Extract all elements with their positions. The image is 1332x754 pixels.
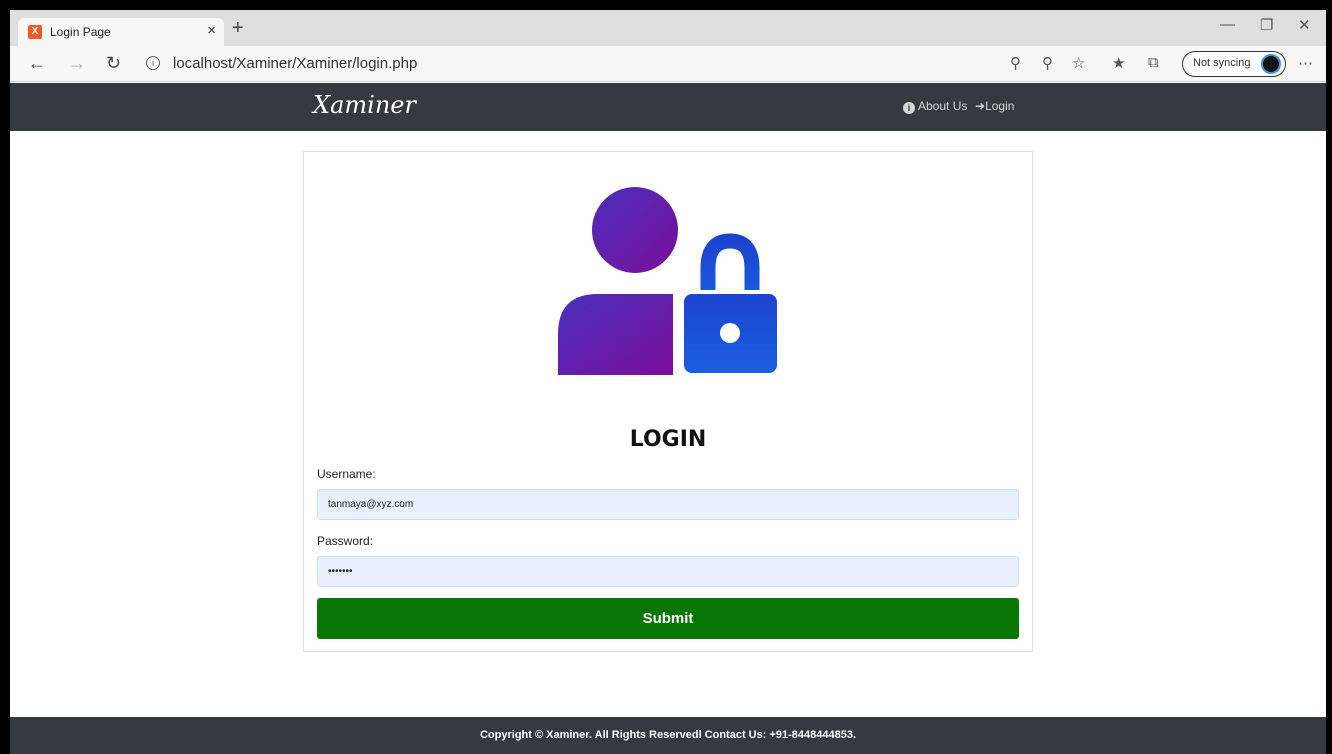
tab-title: Login Page	[50, 25, 111, 39]
password-input[interactable]: •••••••	[317, 556, 1019, 587]
profile-avatar	[1261, 54, 1281, 74]
back-arrow-icon[interactable]: ←	[28, 53, 46, 73]
zoom-out-icon[interactable]: ⚲	[1042, 54, 1053, 72]
browser-window: X Login Page × + — ❐ ✕ ← → ↻ i localhost…	[10, 10, 1326, 754]
tab-bar: X Login Page × + — ❐ ✕	[10, 10, 1326, 46]
password-label: Password:	[317, 534, 374, 548]
brand-logo[interactable]: Xaminer	[313, 91, 416, 119]
submit-button[interactable]: Submit	[317, 598, 1019, 639]
collections-icon[interactable]: ⧉	[1148, 54, 1159, 71]
browser-tab[interactable]: X Login Page ×	[18, 18, 224, 46]
favorites-icon[interactable]: ★	[1112, 54, 1125, 72]
refresh-icon[interactable]: ↻	[106, 53, 121, 73]
username-label: Username:	[317, 467, 376, 481]
minimize-icon[interactable]: —	[1220, 16, 1235, 33]
footer-text: Copyright © Xaminer. All Rights Reserved…	[479, 729, 857, 741]
login-label: Login	[985, 99, 1015, 113]
close-window-icon[interactable]: ✕	[1298, 16, 1311, 34]
site-header: Xaminer i About Us ➜Login	[10, 83, 1326, 131]
login-link[interactable]: ➜Login	[975, 99, 1014, 113]
address-bar: ← → ↻ i localhost/Xaminer/Xaminer/login.…	[10, 46, 1326, 82]
sign-in-icon: ➜	[975, 99, 986, 113]
info-circle-icon: i	[903, 102, 915, 114]
favicon-icon: X	[28, 25, 42, 39]
about-us-link[interactable]: i About Us	[903, 99, 967, 114]
key-icon[interactable]: ⚲	[1010, 54, 1021, 72]
forward-arrow-icon[interactable]: →	[68, 53, 86, 73]
more-icon[interactable]: ⋯	[1298, 54, 1313, 72]
info-icon[interactable]: i	[146, 56, 160, 70]
tab-close-icon[interactable]: ×	[207, 22, 216, 39]
login-card: LOGIN Username: tanmaya@xyz.com Password…	[303, 151, 1033, 652]
username-input[interactable]: tanmaya@xyz.com	[317, 489, 1019, 520]
about-us-label: About Us	[918, 99, 968, 113]
new-tab-icon[interactable]: +	[232, 18, 244, 38]
restore-icon[interactable]: ❐	[1260, 16, 1273, 34]
user-lock-icon	[558, 187, 780, 376]
url-field[interactable]: localhost/Xaminer/Xaminer/login.php	[173, 55, 417, 72]
page-footer: Copyright © Xaminer. All Rights Reserved…	[10, 717, 1326, 754]
login-title: LOGIN	[629, 427, 707, 452]
sync-button[interactable]: Not syncing	[1182, 51, 1286, 77]
sync-label: Not syncing	[1193, 57, 1251, 69]
star-icon[interactable]: ☆	[1072, 54, 1085, 72]
